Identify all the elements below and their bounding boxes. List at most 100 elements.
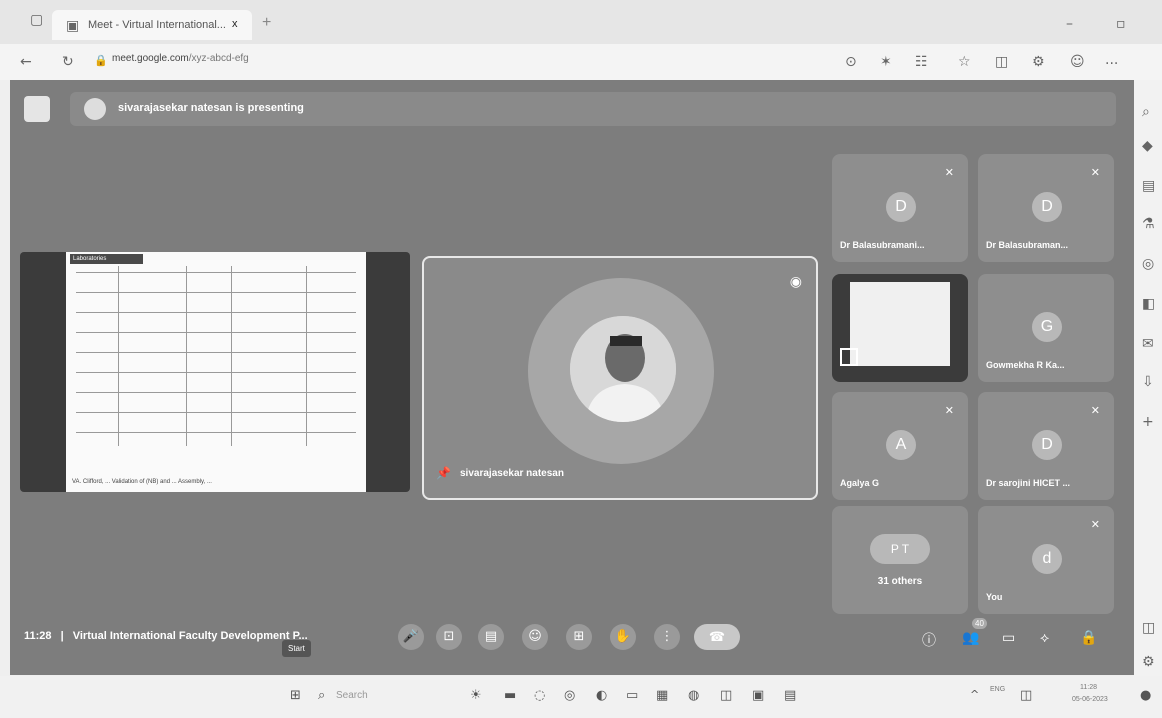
presenter-avatar: [84, 98, 106, 120]
tab-title: Meet - Virtual International...: [88, 19, 226, 31]
shared-document: Laboratories VA. Clifford, ... Validatio…: [66, 252, 366, 492]
office-app-icon[interactable]: ◫: [720, 688, 732, 703]
network-icon[interactable]: ◫: [1020, 688, 1032, 703]
speaking-indicator-icon: ◉: [789, 274, 802, 290]
clock-date[interactable]: 05-06-2023: [1072, 696, 1108, 703]
participant-tile[interactable]: ✕ D Dr sarojini HICET ...: [978, 392, 1114, 500]
notification-icon[interactable]: ●: [1140, 688, 1151, 703]
start-icon[interactable]: ⊞: [290, 688, 301, 703]
present-icon[interactable]: [24, 96, 50, 122]
search-icon[interactable]: ⌕: [1142, 104, 1150, 120]
read-aloud-icon[interactable]: ⊙: [845, 54, 857, 70]
end-call-button[interactable]: ☎: [694, 624, 740, 650]
participant-tile[interactable]: G Gowmekha R Ka...: [978, 274, 1114, 382]
participant-tile[interactable]: ✕ A Agalya G: [832, 392, 968, 500]
tag-icon[interactable]: ◆: [1142, 138, 1153, 154]
meeting-info: 11:28 | Virtual International Faculty De…: [24, 630, 308, 642]
language-indicator[interactable]: ENG: [990, 686, 1005, 693]
separator: |: [60, 630, 64, 642]
more-options-icon[interactable]: ⋮: [654, 624, 680, 650]
window-icon[interactable]: ▢: [30, 12, 43, 28]
back-icon[interactable]: ←: [20, 54, 32, 70]
shopping-icon[interactable]: ▤: [1142, 178, 1155, 194]
avatar: A: [886, 430, 916, 460]
settings-icon[interactable]: ⚙: [1142, 654, 1155, 670]
chat-icon[interactable]: ▭: [1002, 630, 1015, 646]
tools-icon[interactable]: ⚗: [1142, 216, 1155, 232]
tab-close-icon[interactable]: x: [232, 18, 238, 30]
url-domain: meet.google.com: [112, 53, 189, 64]
present-now-icon[interactable]: ⊞: [566, 624, 592, 650]
app-icon[interactable]: ◍: [688, 688, 699, 703]
others-count: 31 others: [877, 576, 923, 587]
chat-app-icon[interactable]: ◌: [534, 688, 545, 703]
mic-off-icon: ✕: [1090, 518, 1100, 531]
meet-favicon-icon: ▣: [66, 18, 80, 34]
taskbar: ⊞ ⌕ Search ☀ ▬ ◌ ◎ ◐ ▭ ▦ ◍ ◫ ▣ ▤ ^ ENG ◫…: [0, 676, 1162, 718]
doc-header: Laboratories: [70, 254, 143, 264]
people-icon[interactable]: 👥: [962, 630, 979, 646]
chrome-icon[interactable]: ◎: [564, 688, 575, 703]
reader-icon[interactable]: ☷: [915, 54, 928, 70]
participant-tile-screen[interactable]: [832, 274, 968, 382]
mic-off-icon: ✕: [1090, 404, 1100, 417]
speaker-tile[interactable]: ◉ 📌 sivarajasekar natesan: [422, 256, 818, 500]
outlook-icon[interactable]: ✉: [1142, 336, 1154, 352]
taskview-icon[interactable]: ▬: [504, 688, 516, 703]
participant-name: Dr Balasubraman...: [986, 240, 1069, 250]
participant-tile[interactable]: ✕ D Dr Balasubramani...: [832, 154, 968, 262]
translate-icon[interactable]: ✶: [880, 54, 892, 70]
profile-icon[interactable]: ☺: [1070, 54, 1085, 70]
refresh-icon[interactable]: ↻: [62, 54, 74, 70]
control-bar: 11:28 | Virtual International Faculty De…: [10, 610, 1134, 670]
browser-sidebar: ⌕ ◆ ▤ ⚗ ◎ ◧ ✉ ⇩ + ◫ ⚙: [1134, 80, 1162, 680]
participant-name: Dr sarojini HICET ...: [986, 478, 1071, 488]
host-controls-icon[interactable]: 🔒: [1080, 630, 1097, 646]
drop-icon[interactable]: ⇩: [1142, 374, 1154, 390]
extensions-icon[interactable]: ⚙: [1032, 54, 1045, 70]
doc-caption: VA. Clifford, ... Validation of (NB) and…: [72, 479, 212, 485]
favorite-icon[interactable]: ☆: [958, 54, 971, 70]
games-icon[interactable]: ◎: [1142, 256, 1154, 272]
taskbar-search-input[interactable]: Search: [336, 690, 368, 701]
participant-tile[interactable]: ✕ D Dr Balasubraman...: [978, 154, 1114, 262]
collections-icon[interactable]: ◫: [995, 54, 1008, 70]
widgets-icon[interactable]: ☀: [470, 688, 482, 703]
app2-icon[interactable]: ▤: [784, 688, 796, 703]
tab-bar: ▢ ▣ Meet - Virtual International... x + …: [0, 0, 1162, 44]
add-sidebar-icon[interactable]: +: [1142, 414, 1154, 430]
menu-icon[interactable]: ...: [1105, 52, 1118, 68]
captions-icon[interactable]: ▤: [478, 624, 504, 650]
self-tile[interactable]: ✕ d You: [978, 506, 1114, 614]
clock-time[interactable]: 11:28: [1080, 684, 1097, 691]
new-tab-button[interactable]: +: [262, 14, 271, 32]
mic-icon[interactable]: 🎤: [398, 624, 424, 650]
minimize-icon[interactable]: –: [1066, 16, 1073, 32]
split-icon[interactable]: ◫: [1142, 620, 1155, 636]
others-tile[interactable]: P T 31 others: [832, 506, 968, 614]
info-icon[interactable]: ⓘ: [922, 630, 936, 650]
speaker-name: sivarajasekar natesan: [460, 468, 564, 479]
taskbar-search-icon[interactable]: ⌕: [318, 688, 325, 703]
office-icon[interactable]: ◧: [1142, 296, 1155, 312]
lock-icon: 🔒: [94, 54, 108, 67]
maximize-icon[interactable]: ▫: [1116, 16, 1126, 32]
explorer-icon[interactable]: ▭: [626, 688, 638, 703]
tab-meet[interactable]: ▣ Meet - Virtual International... x: [52, 10, 252, 40]
shared-screen-tile[interactable]: Laboratories VA. Clifford, ... Validatio…: [20, 252, 410, 492]
raise-hand-icon[interactable]: ✋: [610, 624, 636, 650]
tray-chevron-icon[interactable]: ^: [970, 688, 979, 701]
avatar: G: [1032, 312, 1062, 342]
pin-icon[interactable]: 📌: [436, 466, 451, 480]
activities-icon[interactable]: ⟡: [1040, 630, 1049, 646]
participant-name: You: [986, 592, 1003, 602]
emoji-icon[interactable]: ☺: [522, 624, 548, 650]
edge-icon[interactable]: ◐: [596, 688, 607, 703]
shared-thumbnail: [850, 282, 950, 366]
avatar: D: [1032, 192, 1062, 222]
presenting-text: sivarajasekar natesan is presenting: [118, 102, 304, 114]
photos-icon[interactable]: ▣: [752, 688, 764, 703]
url-field[interactable]: meet.google.com/xyz-abcd-efg: [112, 53, 249, 64]
camera-icon[interactable]: ⊡: [436, 624, 462, 650]
store-icon[interactable]: ▦: [656, 688, 668, 703]
